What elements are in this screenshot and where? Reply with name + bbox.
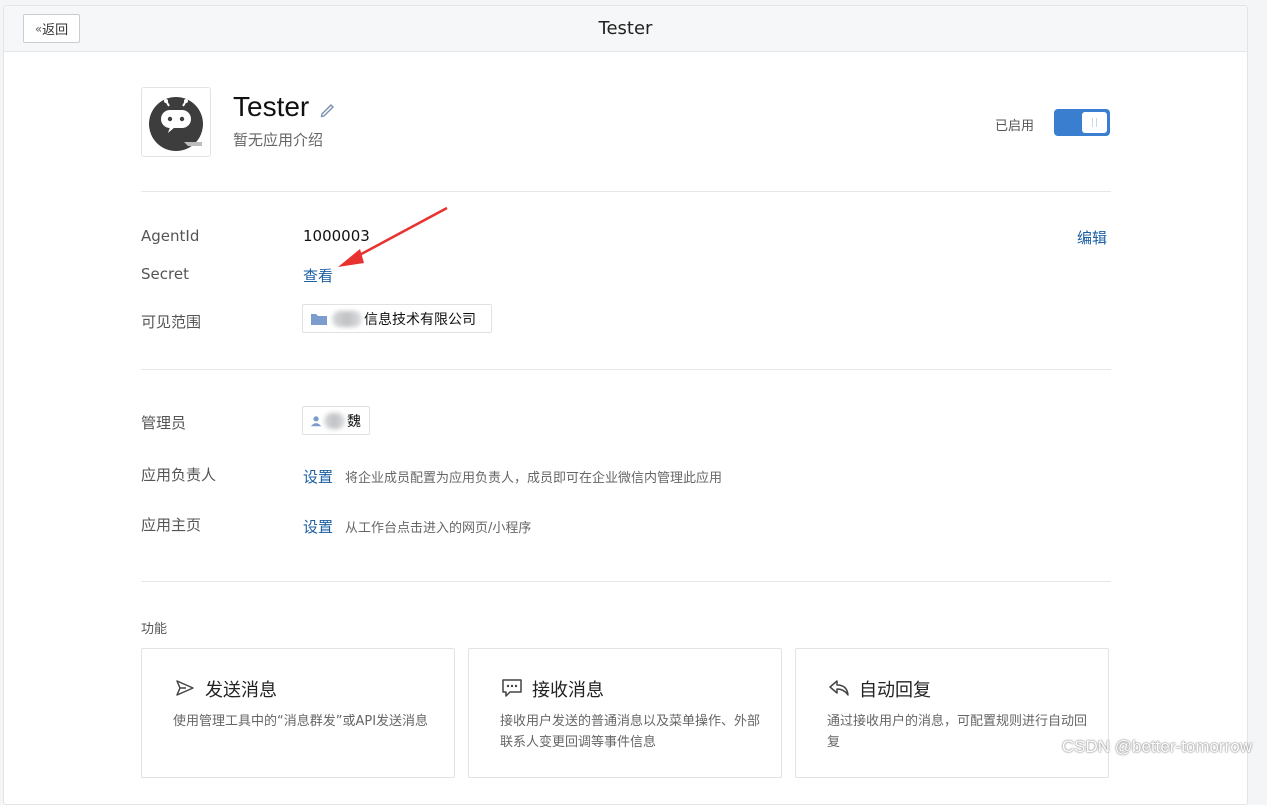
status-label: 已启用: [995, 119, 1035, 134]
feature-title: 发送消息: [205, 680, 277, 701]
owner-label: 应用负责人: [141, 466, 217, 484]
pencil-icon[interactable]: [318, 99, 338, 119]
features-section-title: 功能: [141, 622, 168, 637]
homepage-label: 应用主页: [141, 516, 202, 534]
secret-view-link[interactable]: 查看: [303, 265, 333, 286]
app-description: 暂无应用介绍: [233, 131, 324, 149]
admin-chip[interactable]: 魏: [302, 406, 370, 435]
homepage-hint: 从工作台点击进入的网页/小程序: [345, 521, 532, 536]
redacted-blur: [332, 310, 362, 327]
toggle-knob: [1082, 112, 1107, 133]
feature-card-auto-reply[interactable]: 自动回复 通过接收用户的消息，可配置规则进行自动回复: [795, 648, 1109, 778]
app-detail-panel: « 返回 Tester Tester 暂无应用介绍 已启用 AgentId 10…: [3, 5, 1248, 805]
app-logo: [141, 87, 211, 157]
edit-link[interactable]: 编辑: [1077, 227, 1107, 248]
send-icon: [176, 680, 194, 696]
feature-title: 接收消息: [532, 680, 604, 701]
owner-hint: 将企业成员配置为应用负责人，成员即可在企业微信内管理此应用: [345, 471, 723, 486]
owner-set-link[interactable]: 设置: [303, 466, 333, 487]
user-icon: [310, 415, 322, 426]
admin-name: 魏: [347, 413, 361, 430]
page-title: Tester: [598, 18, 653, 39]
app-name: Tester: [233, 91, 310, 122]
feature-description: 通过接收用户的消息，可配置规则进行自动回复: [827, 714, 1088, 750]
folder-icon: [311, 313, 327, 325]
chat-bubble-icon: [502, 679, 522, 697]
feature-card-send-message[interactable]: 发送消息 使用管理工具中的“消息群发”或API发送消息: [141, 648, 455, 778]
enable-toggle[interactable]: [1054, 109, 1110, 136]
feature-title: 自动回复: [859, 680, 931, 701]
divider: [141, 369, 1111, 370]
visibility-label: 可见范围: [141, 313, 202, 331]
admin-label: 管理员: [141, 414, 187, 432]
redacted-blur: [324, 412, 345, 429]
robot-chat-icon: [149, 97, 203, 151]
divider: [141, 581, 1111, 582]
feature-card-receive-message[interactable]: 接收消息 接收用户发送的普通消息以及菜单操作、外部联系人变更回调等事件信息: [468, 648, 782, 778]
visibility-org-name: 信息技术有限公司: [364, 311, 476, 328]
agentid-value: 1000003: [303, 227, 370, 245]
secret-label: Secret: [141, 265, 189, 283]
divider: [141, 191, 1111, 192]
top-bar: « 返回 Tester: [4, 6, 1247, 52]
watermark: CSDN @better-tomorrow: [1061, 737, 1252, 756]
visibility-org-chip[interactable]: 信息技术有限公司: [302, 304, 492, 333]
feature-description: 接收用户发送的普通消息以及菜单操作、外部联系人变更回调等事件信息: [500, 714, 761, 750]
reply-icon: [829, 680, 849, 696]
feature-description: 使用管理工具中的“消息群发”或API发送消息: [173, 714, 429, 729]
agentid-label: AgentId: [141, 227, 200, 245]
owner-row: 设置 将企业成员配置为应用负责人，成员即可在企业微信内管理此应用: [303, 466, 722, 487]
homepage-row: 设置 从工作台点击进入的网页/小程序: [303, 516, 531, 537]
homepage-set-link[interactable]: 设置: [303, 516, 333, 537]
